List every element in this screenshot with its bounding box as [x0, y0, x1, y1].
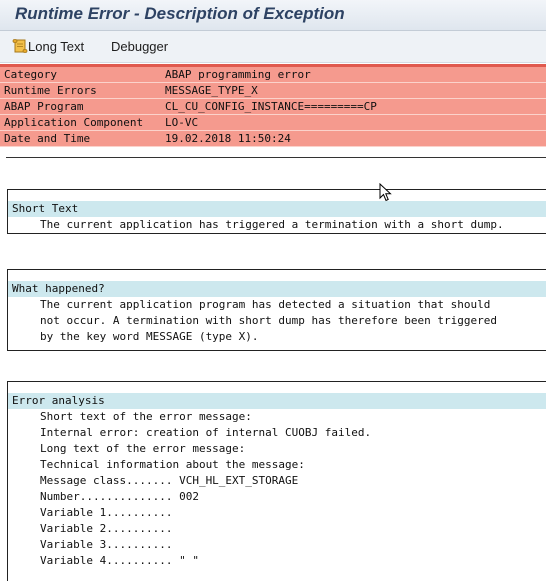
error-analysis-heading: Error analysis [12, 394, 105, 407]
error-analysis-line: Variable 4.......... " " [40, 554, 199, 567]
title-bar: Runtime Error - Description of Exception [0, 0, 546, 31]
info-key: Application Component [4, 116, 144, 129]
info-value: ABAP programming error [165, 68, 311, 81]
info-value: MESSAGE_TYPE_X [165, 84, 258, 97]
info-row-application-component: Application Component LO-VC [0, 115, 546, 131]
section-heading: What happened? [8, 281, 546, 297]
info-value: LO-VC [165, 116, 199, 129]
error-analysis-line: Long text of the error message: [40, 442, 246, 455]
error-analysis-line: Variable 3.......... [40, 538, 173, 551]
error-analysis-line: Number.............. 002 [40, 490, 199, 503]
error-analysis-line: Variable 2.......... [40, 522, 173, 535]
info-row-category: Category ABAP programming error [0, 67, 546, 83]
info-row-runtime-errors: Runtime Errors MESSAGE_TYPE_X [0, 83, 546, 99]
info-key: ABAP Program [4, 100, 84, 113]
what-happened-line: by the key word MESSAGE (type X). [40, 330, 259, 343]
long-text-button[interactable]: Long Text [12, 39, 84, 54]
error-analysis-line: Internal error: creation of internal CUO… [40, 426, 372, 439]
debugger-button[interactable]: Debugger [111, 39, 168, 54]
error-analysis-line: Technical information about the message: [40, 458, 305, 471]
long-text-label: Long Text [28, 39, 85, 54]
window-title: Runtime Error - Description of Exception [15, 4, 345, 23]
info-value: 19.02.2018 11:50:24 [165, 132, 291, 145]
info-key: Date and Time [4, 132, 91, 145]
short-text-line: The current application has triggered a … [40, 218, 504, 231]
error-info-table: Category ABAP programming error Runtime … [0, 64, 546, 147]
info-value: CL_CU_CONFIG_INSTANCE=========CP [165, 100, 377, 113]
error-analysis-line: Short text of the error message: [40, 410, 252, 423]
short-text-section: Short Text The current application has t… [7, 189, 546, 234]
info-key: Runtime Errors [4, 84, 97, 97]
what-happened-heading: What happened? [12, 282, 105, 295]
toolbar: Long Text Debugger [0, 31, 546, 63]
section-heading: Short Text [8, 201, 546, 217]
error-analysis-line: Variable 1.......... [40, 506, 173, 519]
section-heading: Error analysis [8, 393, 546, 409]
scroll-icon [12, 39, 28, 53]
divider [6, 157, 546, 158]
error-analysis-line: Message class....... VCH_HL_EXT_STORAGE [40, 474, 299, 487]
what-happened-line: The current application program has dete… [40, 298, 491, 311]
info-row-date-time: Date and Time 19.02.2018 11:50:24 [0, 131, 546, 147]
short-text-heading: Short Text [12, 202, 79, 215]
what-happened-line: not occur. A termination with short dump… [40, 314, 497, 327]
info-row-abap-program: ABAP Program CL_CU_CONFIG_INSTANCE======… [0, 99, 546, 115]
mouse-cursor-icon [379, 182, 393, 203]
error-analysis-section: Error analysis Short text of the error m… [7, 381, 546, 581]
what-happened-section: What happened? The current application p… [7, 269, 546, 351]
info-key: Category [4, 68, 57, 81]
